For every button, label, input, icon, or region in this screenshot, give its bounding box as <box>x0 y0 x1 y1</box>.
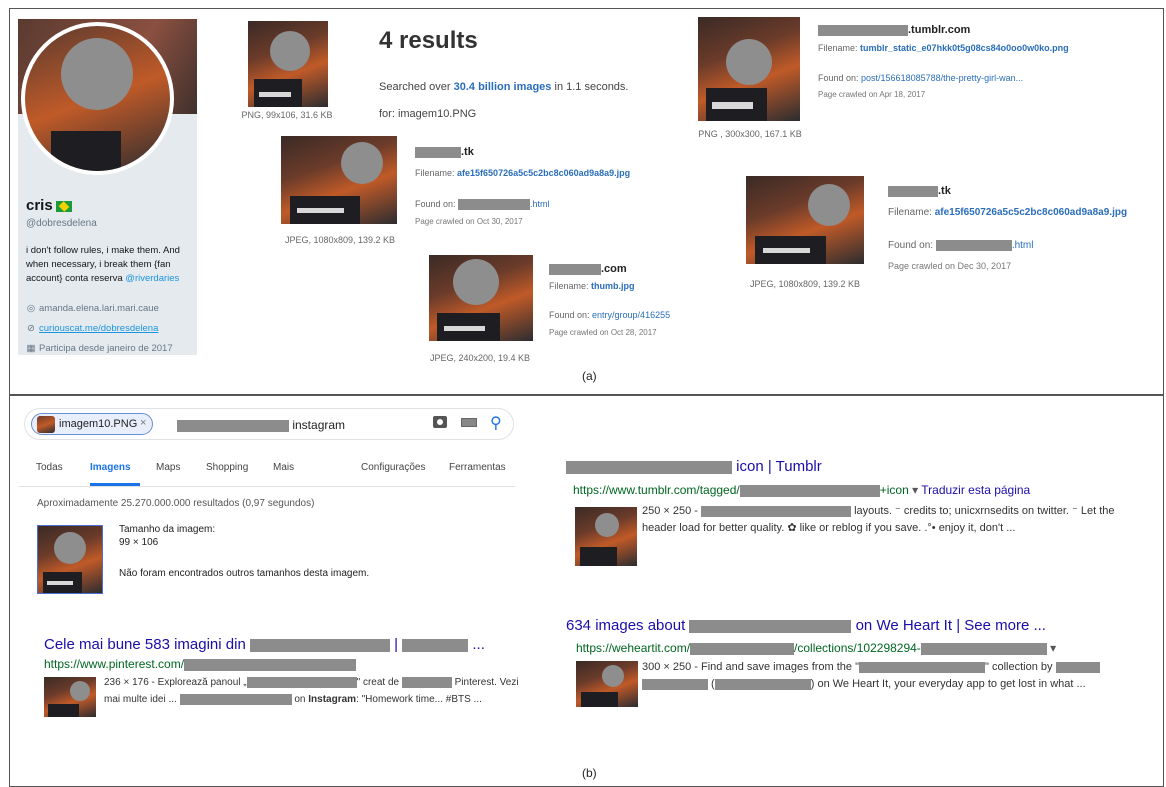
tab-configuracoes[interactable]: Configurações <box>361 462 425 473</box>
result-url[interactable]: https://weheartit.com//collections/10229… <box>576 641 1056 655</box>
panel-a: cris @dobresdelena i don't follow rules,… <box>9 8 1164 395</box>
tab-maps[interactable]: Maps <box>156 462 180 473</box>
calendar-icon: ▦ <box>26 343 36 354</box>
location-pin-icon: ◎ <box>26 303 36 314</box>
match-meta: JPEG, 240x200, 19.4 KB <box>429 353 531 363</box>
query-filename: for: imagem10.PNG <box>379 108 477 120</box>
filename-link[interactable]: afe15f650726a5c5c2bc8c060ad9a8a9.jpg <box>935 207 1127 218</box>
search-icon[interactable]: ⚲ <box>490 413 502 433</box>
profile-joined: ▦ Participa desde janeiro de 2017 <box>26 343 173 354</box>
match-found-on: Found on: post/156618085788/the-pretty-g… <box>818 73 1024 83</box>
match-thumbnail[interactable] <box>698 17 800 121</box>
match-found-on: Found on: .html <box>888 240 1034 252</box>
brazil-flag-icon <box>55 200 72 212</box>
tab-ferramentas[interactable]: Ferramentas <box>449 462 506 473</box>
avatar[interactable] <box>21 22 174 175</box>
match-meta: JPEG, 1080x809, 139.2 KB <box>284 235 396 245</box>
match-crawled-date: Page crawled on Dec 30, 2017 <box>888 261 1012 271</box>
match-host[interactable]: .tumblr.com <box>818 24 970 36</box>
tab-imagens[interactable]: Imagens <box>90 462 131 473</box>
results-count-title: 4 results <box>379 27 478 54</box>
result-thumbnail[interactable] <box>575 507 637 566</box>
result-title[interactable]: Cele mai bune 583 imagini din | ... <box>44 636 485 653</box>
close-icon[interactable]: × <box>140 417 146 429</box>
profile-handle: @dobresdelena <box>26 218 97 229</box>
result-thumbnail[interactable] <box>44 677 96 717</box>
chevron-down-icon[interactable]: ▾ <box>912 483 918 497</box>
panel-b-caption: (b) <box>582 766 597 780</box>
chip-thumbnail <box>37 416 55 433</box>
camera-icon[interactable] <box>433 416 447 428</box>
match-host[interactable]: .tk <box>888 185 951 197</box>
image-size-label: Tamanho da imagem: <box>119 524 216 535</box>
result-stats: Aproximadamente 25.270.000.000 resultado… <box>37 498 315 509</box>
keyboard-icon[interactable] <box>461 418 477 427</box>
query-image-meta: PNG, 99x106, 31.6 KB <box>241 110 333 120</box>
result-url[interactable]: https://www.tumblr.com/tagged/+icon ▾ Tr… <box>573 483 1030 497</box>
chevron-down-icon[interactable]: ▾ <box>1050 641 1056 655</box>
query-image-chip[interactable]: imagem10.PNG × <box>31 413 153 435</box>
match-thumbnail[interactable] <box>746 176 864 264</box>
match-filename: Filename: thumb.jpg <box>549 281 635 291</box>
result-title[interactable]: icon | Tumblr <box>566 458 822 475</box>
result-snippet: 250 × 250 - layouts. ⁻ credits to; unicx… <box>642 505 1115 534</box>
match-thumbnail[interactable] <box>281 136 397 224</box>
profile-card: cris @dobresdelena i don't follow rules,… <box>18 19 197 355</box>
match-crawled-date: Page crawled on Apr 18, 2017 <box>818 90 926 99</box>
result-snippet: 236 × 176 - Explorează panoul „ " creat d… <box>104 676 519 705</box>
found-on-link[interactable]: .html <box>530 199 550 209</box>
search-bar[interactable]: imagem10.PNG × instagram ⚲ <box>24 408 514 440</box>
match-meta: JPEG, 1080x809, 139.2 KB <box>749 279 861 289</box>
match-filename: Filename: tumblr_static_e07hkk0t5g08cs84… <box>818 43 1069 53</box>
match-filename: Filename: afe15f650726a5c5c2bc8c060ad9a8… <box>888 207 1128 218</box>
panel-a-caption: (a) <box>582 369 597 383</box>
profile-link[interactable]: ⊘ curiouscat.me/dobresdelena <box>26 323 158 334</box>
no-other-sizes-note: Não foram encontrados outros tamanhos de… <box>119 568 370 579</box>
search-summary: Searched over 30.4 billion images in 1.1… <box>379 81 629 93</box>
result-thumbnail[interactable] <box>576 661 638 707</box>
profile-name: cris <box>26 197 72 214</box>
filename-link[interactable]: thumb.jpg <box>591 281 635 291</box>
result-url[interactable]: https://www.pinterest.com/ <box>44 657 357 671</box>
filename-link[interactable]: tumblr_static_e07hkk0t5g08cs84o0oo0w0ko.… <box>860 43 1069 53</box>
match-crawled-date: Page crawled on Oct 28, 2017 <box>549 328 657 337</box>
tab-todas[interactable]: Todas <box>36 462 63 473</box>
filename-link[interactable]: afe15f650726a5c5c2bc8c060ad9a8a9.jpg <box>457 168 630 178</box>
search-query[interactable]: instagram <box>177 418 345 432</box>
match-filename: Filename: afe15f650726a5c5c2bc8c060ad9a8… <box>415 168 631 178</box>
match-host[interactable]: .com <box>549 263 627 275</box>
found-on-link[interactable]: entry/group/416255 <box>592 310 670 320</box>
match-crawled-date: Page crawled on Oct 30, 2017 <box>415 217 523 226</box>
tab-shopping[interactable]: Shopping <box>206 462 248 473</box>
link-icon: ⊘ <box>27 323 35 334</box>
match-host[interactable]: .tk <box>415 146 474 158</box>
profile-location: ◎ amanda.elena.lari.mari.caue <box>26 303 159 314</box>
result-snippet: 300 × 250 - Find and save images from th… <box>642 659 1100 693</box>
tab-mais[interactable]: Mais <box>273 462 294 473</box>
bio-mention-link[interactable]: @riverdaries <box>125 273 179 284</box>
query-image-thumbnail[interactable] <box>248 21 328 107</box>
result-title[interactable]: 634 images about on We Heart It | See mo… <box>566 617 1046 634</box>
match-found-on: Found on: .html <box>415 199 550 211</box>
query-image-preview[interactable] <box>37 525 103 594</box>
image-size-value: 99 × 106 <box>119 537 159 548</box>
profile-bio: i don't follow rules, i make them. And w… <box>26 245 180 284</box>
match-meta: PNG , 300x300, 167.1 KB <box>698 129 802 139</box>
match-thumbnail[interactable] <box>429 255 533 341</box>
found-on-link[interactable]: post/156618085788/the-pretty-girl-wan... <box>861 73 1023 83</box>
found-on-link[interactable]: .html <box>1012 240 1034 251</box>
tabs-divider <box>19 486 515 487</box>
translate-link[interactable]: Traduzir esta página <box>921 483 1030 497</box>
match-found-on: Found on: entry/group/416255 <box>549 310 671 320</box>
panel-b: imagem10.PNG × instagram ⚲ Todas Imagens… <box>9 395 1164 787</box>
chip-label: imagem10.PNG <box>59 418 138 430</box>
